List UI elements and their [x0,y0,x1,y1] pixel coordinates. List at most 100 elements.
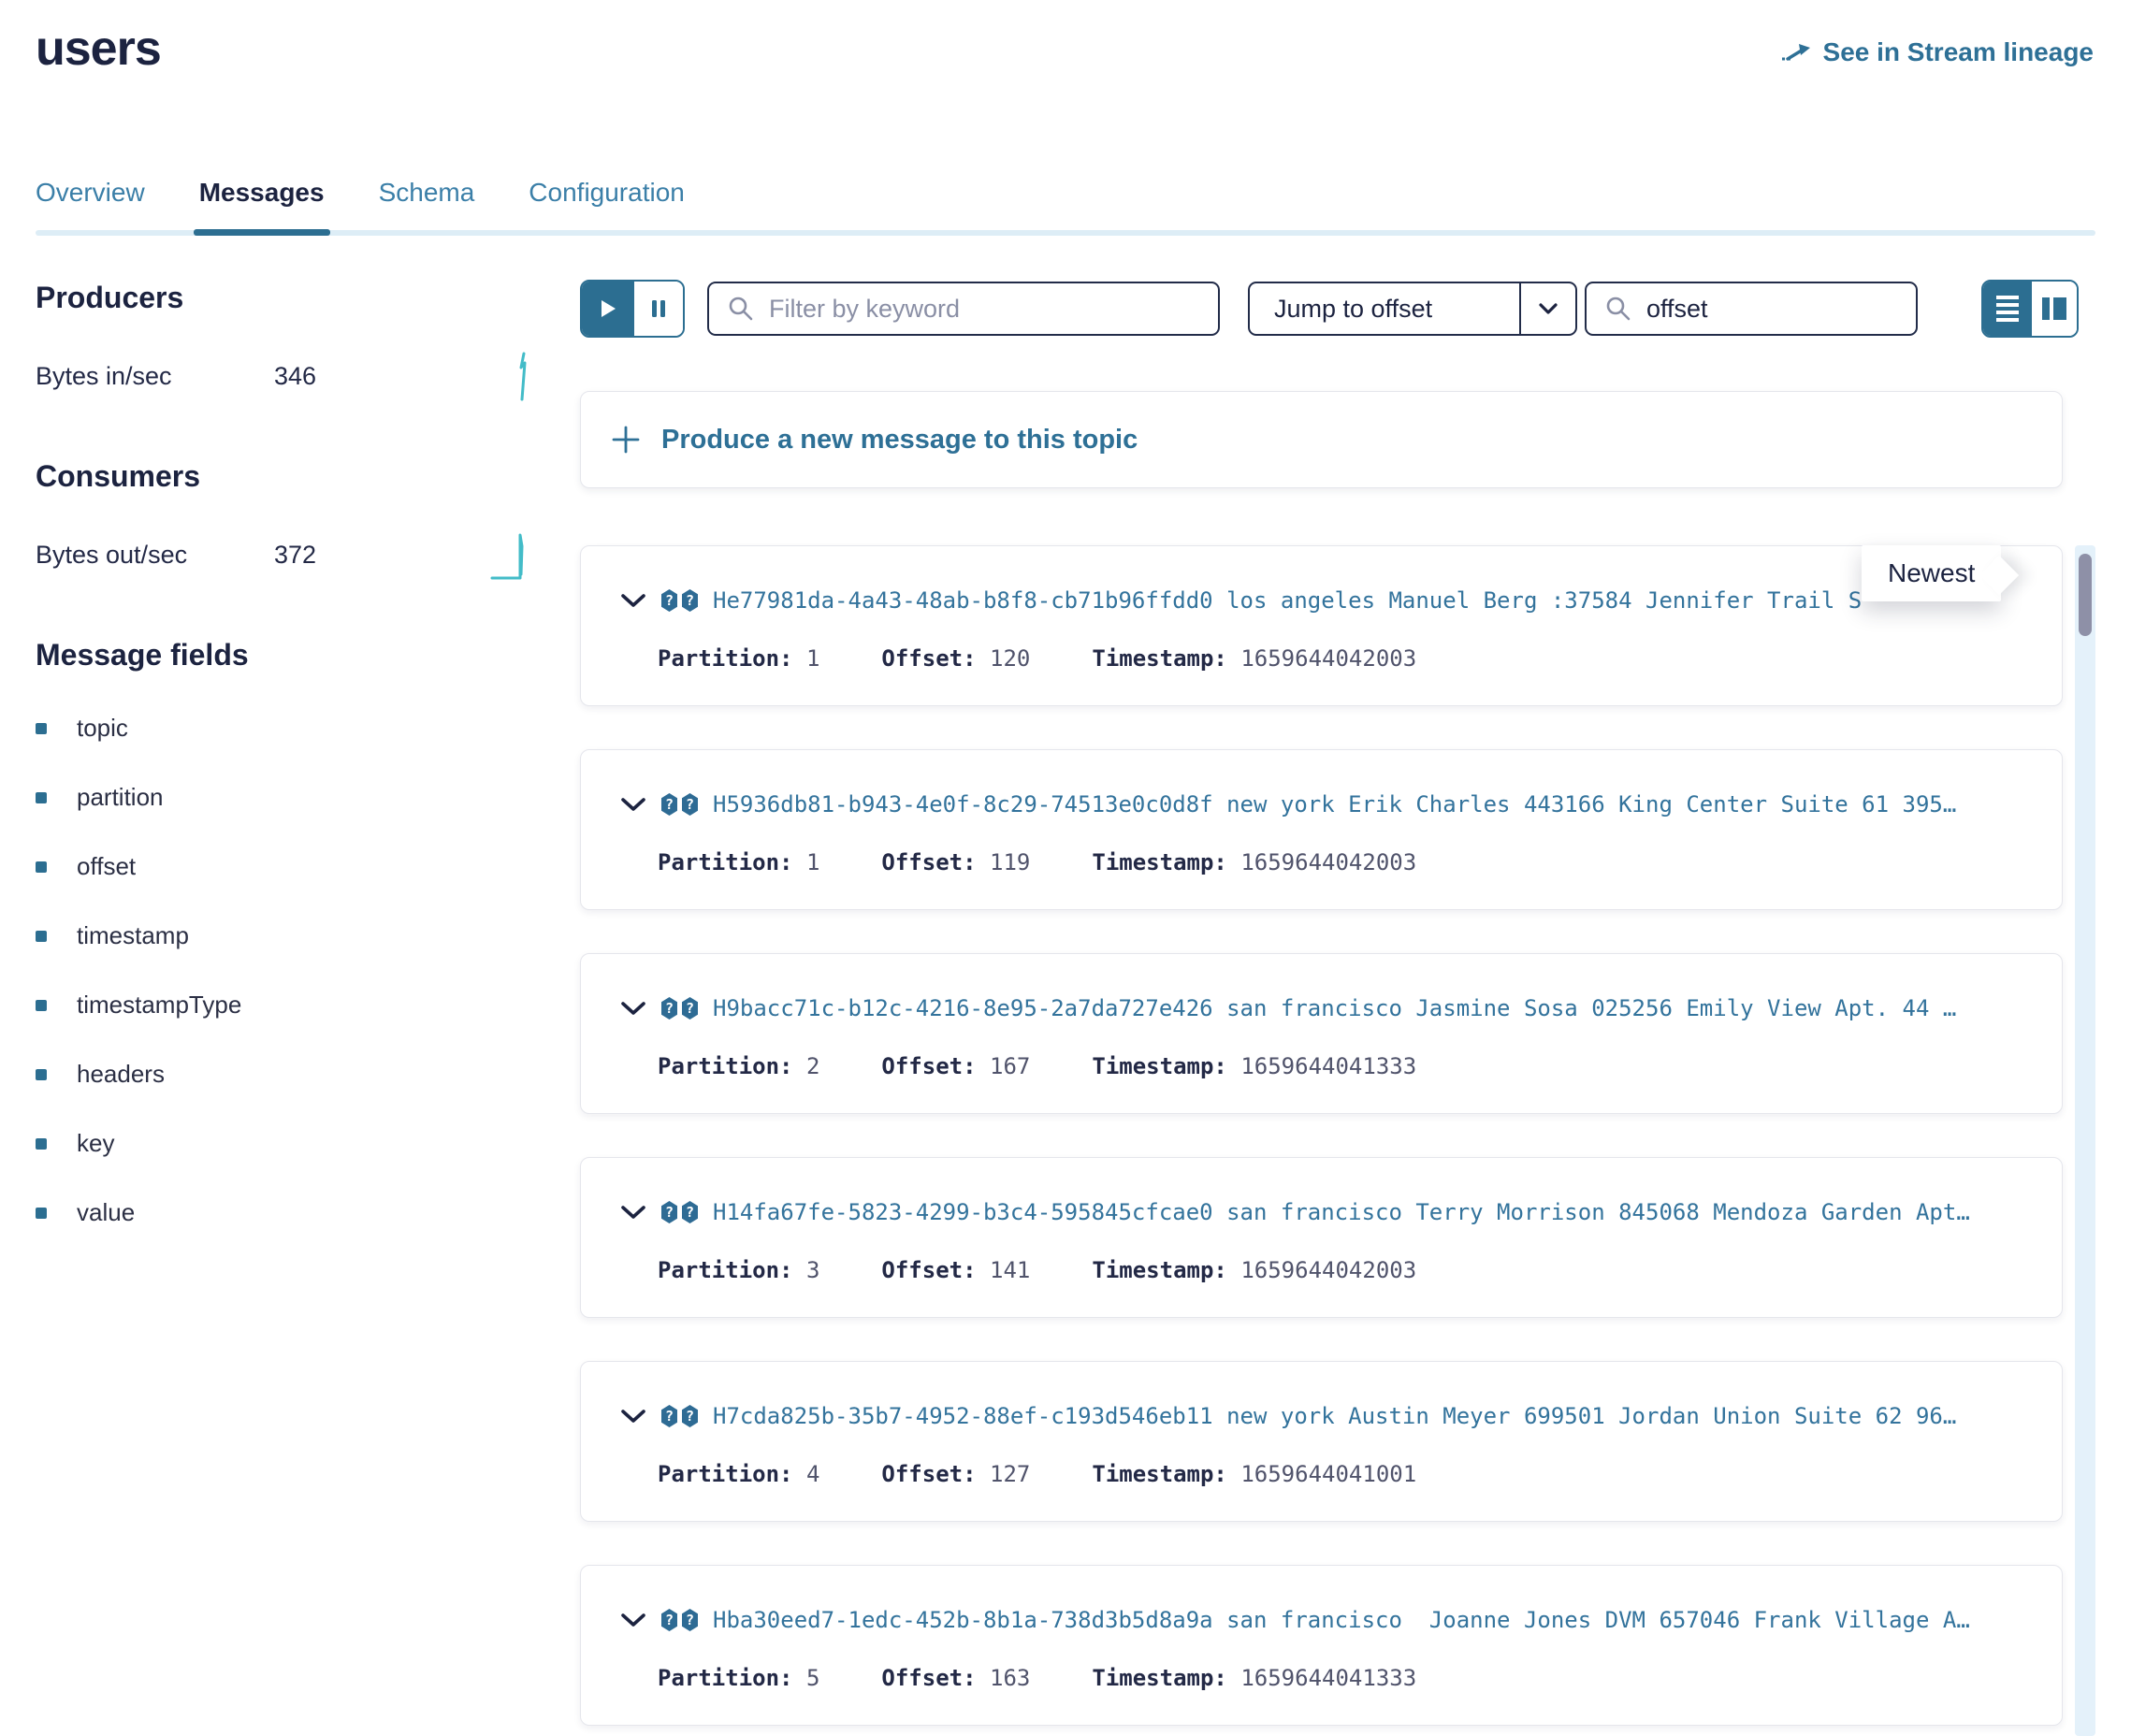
message-row: ?? H9bacc71c-b12c-4216-8e95-2a7da727e426… [580,953,2063,1114]
partition-value: 1 [806,645,819,672]
search-icon [1605,296,1631,322]
tab-messages[interactable]: Messages [199,178,325,236]
expand-chevron-icon[interactable] [620,1000,646,1017]
message-key[interactable]: H5936db81-b943-4e0f-8c29-74513e0c0d8f ne… [713,791,2028,817]
page-title: users [36,21,161,77]
message-row: ?? H7cda825b-35b7-4952-88ef-c193d546eb11… [580,1361,2063,1522]
partition-value: 3 [806,1257,819,1283]
message-meta: Partition: 3 Offset: 141 Timestamp: 1659… [658,1257,2028,1283]
offset-search-input[interactable] [1645,294,1979,325]
scrollbar-thumb[interactable] [2079,554,2092,636]
timestamp-value: 1659644041333 [1240,1665,1416,1691]
message-row: ?? He77981da-4a43-48ab-b8f8-cb71b96ffdd0… [580,545,2063,706]
keyword-filter-input[interactable] [767,294,1199,325]
square-bullet-icon [36,931,47,942]
produce-message-label: Produce a new message to this topic [661,425,1138,456]
list-view-icon [1996,296,2019,322]
messages-panel: Jump to offset [580,281,2079,337]
message-list-scrollbar[interactable] [2075,545,2095,1736]
message-key[interactable]: H9bacc71c-b12c-4216-8e95-2a7da727e426 sa… [713,995,2028,1021]
offset-value: 120 [990,645,1030,672]
message-key[interactable]: He77981da-4a43-48ab-b8f8-cb71b96ffdd0 lo… [713,587,2028,614]
question-shield-icon: ?? [661,1201,698,1223]
square-bullet-icon [36,723,47,734]
pause-icon [650,298,667,319]
producers-heading: Producers [36,281,531,315]
jump-to-offset-select[interactable]: Jump to offset [1248,282,1577,336]
list-view-button[interactable] [1983,282,2032,336]
square-bullet-icon [36,861,47,873]
message-meta: Partition: 1 Offset: 119 Timestamp: 1659… [658,849,2028,875]
field-item-partition[interactable]: partition [36,783,531,812]
timestamp-value: 1659644042003 [1240,1257,1416,1283]
play-button[interactable] [582,282,634,336]
field-item-headers[interactable]: headers [36,1060,531,1089]
search-icon [728,296,754,322]
question-shield-icon: ?? [661,997,698,1020]
play-icon [599,298,617,319]
timestamp-value: 1659644041333 [1240,1053,1416,1079]
question-shield-icon: ?? [661,589,698,612]
chevron-down-icon[interactable] [1519,283,1575,334]
field-item-offset[interactable]: offset [36,852,531,881]
square-bullet-icon [36,1138,47,1150]
square-bullet-icon [36,1069,47,1080]
topic-messages-page: users See in Stream lineage Overview Mes… [0,0,2131,1736]
bytes-in-label: Bytes in/sec [36,362,274,391]
keyword-filter-field [707,282,1220,336]
sidebar: Producers Bytes in/sec 346 Consumers Byt… [36,281,531,1267]
timestamp-value: 1659644042003 [1240,849,1416,875]
offset-search-field [1585,282,1918,336]
bytes-out-metric: Bytes out/sec 372 [36,528,531,582]
newest-tooltip-label: Newest [1888,558,1975,587]
partition-value: 1 [806,849,819,875]
bytes-out-label: Bytes out/sec [36,541,274,570]
newest-tooltip: Newest [1862,545,2001,601]
message-key[interactable]: Hba30eed7-1edc-452b-8b1a-738d3b5d8a9a sa… [713,1607,2028,1633]
message-key[interactable]: H7cda825b-35b7-4952-88ef-c193d546eb11 ne… [713,1403,2028,1429]
offset-value: 141 [990,1257,1030,1283]
field-item-timestampType[interactable]: timestampType [36,991,531,1020]
field-item-value[interactable]: value [36,1198,531,1227]
message-meta: Partition: 1 Offset: 120 Timestamp: 1659… [658,645,2028,672]
expand-chevron-icon[interactable] [620,592,646,609]
message-meta: Partition: 2 Offset: 167 Timestamp: 1659… [658,1053,2028,1079]
offset-value: 167 [990,1053,1030,1079]
column-view-icon [2042,297,2066,320]
message-fields-heading: Message fields [36,638,531,673]
tab-bar: Overview Messages Schema Configuration [36,178,2095,236]
plus-icon [611,425,641,455]
square-bullet-icon [36,1000,47,1011]
partition-value: 2 [806,1053,819,1079]
tab-overview[interactable]: Overview [36,178,145,236]
stream-lineage-arrow-icon [1780,39,1812,65]
field-item-topic[interactable]: topic [36,714,531,743]
bytes-in-metric: Bytes in/sec 346 [36,349,531,403]
column-view-button[interactable] [2032,282,2077,336]
expand-chevron-icon[interactable] [620,1408,646,1425]
produce-message-button[interactable]: Produce a new message to this topic [580,391,2063,488]
expand-chevron-icon[interactable] [620,1204,646,1221]
field-item-key[interactable]: key [36,1129,531,1158]
timestamp-value: 1659644042003 [1240,645,1416,672]
message-key[interactable]: H14fa67fe-5823-4299-b3c4-595845cfcae0 sa… [713,1199,2028,1225]
message-row: ?? H5936db81-b943-4e0f-8c29-74513e0c0d8f… [580,749,2063,910]
see-in-stream-lineage-label: See in Stream lineage [1823,37,2094,67]
message-row: ?? Hba30eed7-1edc-452b-8b1a-738d3b5d8a9a… [580,1565,2063,1726]
expand-chevron-icon[interactable] [620,796,646,813]
jump-to-offset-value: Jump to offset [1250,295,1519,324]
offset-value: 163 [990,1665,1030,1691]
see-in-stream-lineage-link[interactable]: See in Stream lineage [1780,37,2094,67]
field-item-timestamp[interactable]: timestamp [36,921,531,950]
partition-value: 5 [806,1665,819,1691]
offset-value: 119 [990,849,1030,875]
pause-button[interactable] [634,282,683,336]
partition-value: 4 [806,1461,819,1487]
expand-chevron-icon[interactable] [620,1612,646,1628]
view-mode-toggle [1981,280,2079,338]
message-row: ?? H14fa67fe-5823-4299-b3c4-595845cfcae0… [580,1157,2063,1318]
question-shield-icon: ?? [661,793,698,816]
tab-configuration[interactable]: Configuration [529,178,685,236]
tab-schema[interactable]: Schema [379,178,475,236]
bytes-in-sparkline [498,349,531,403]
